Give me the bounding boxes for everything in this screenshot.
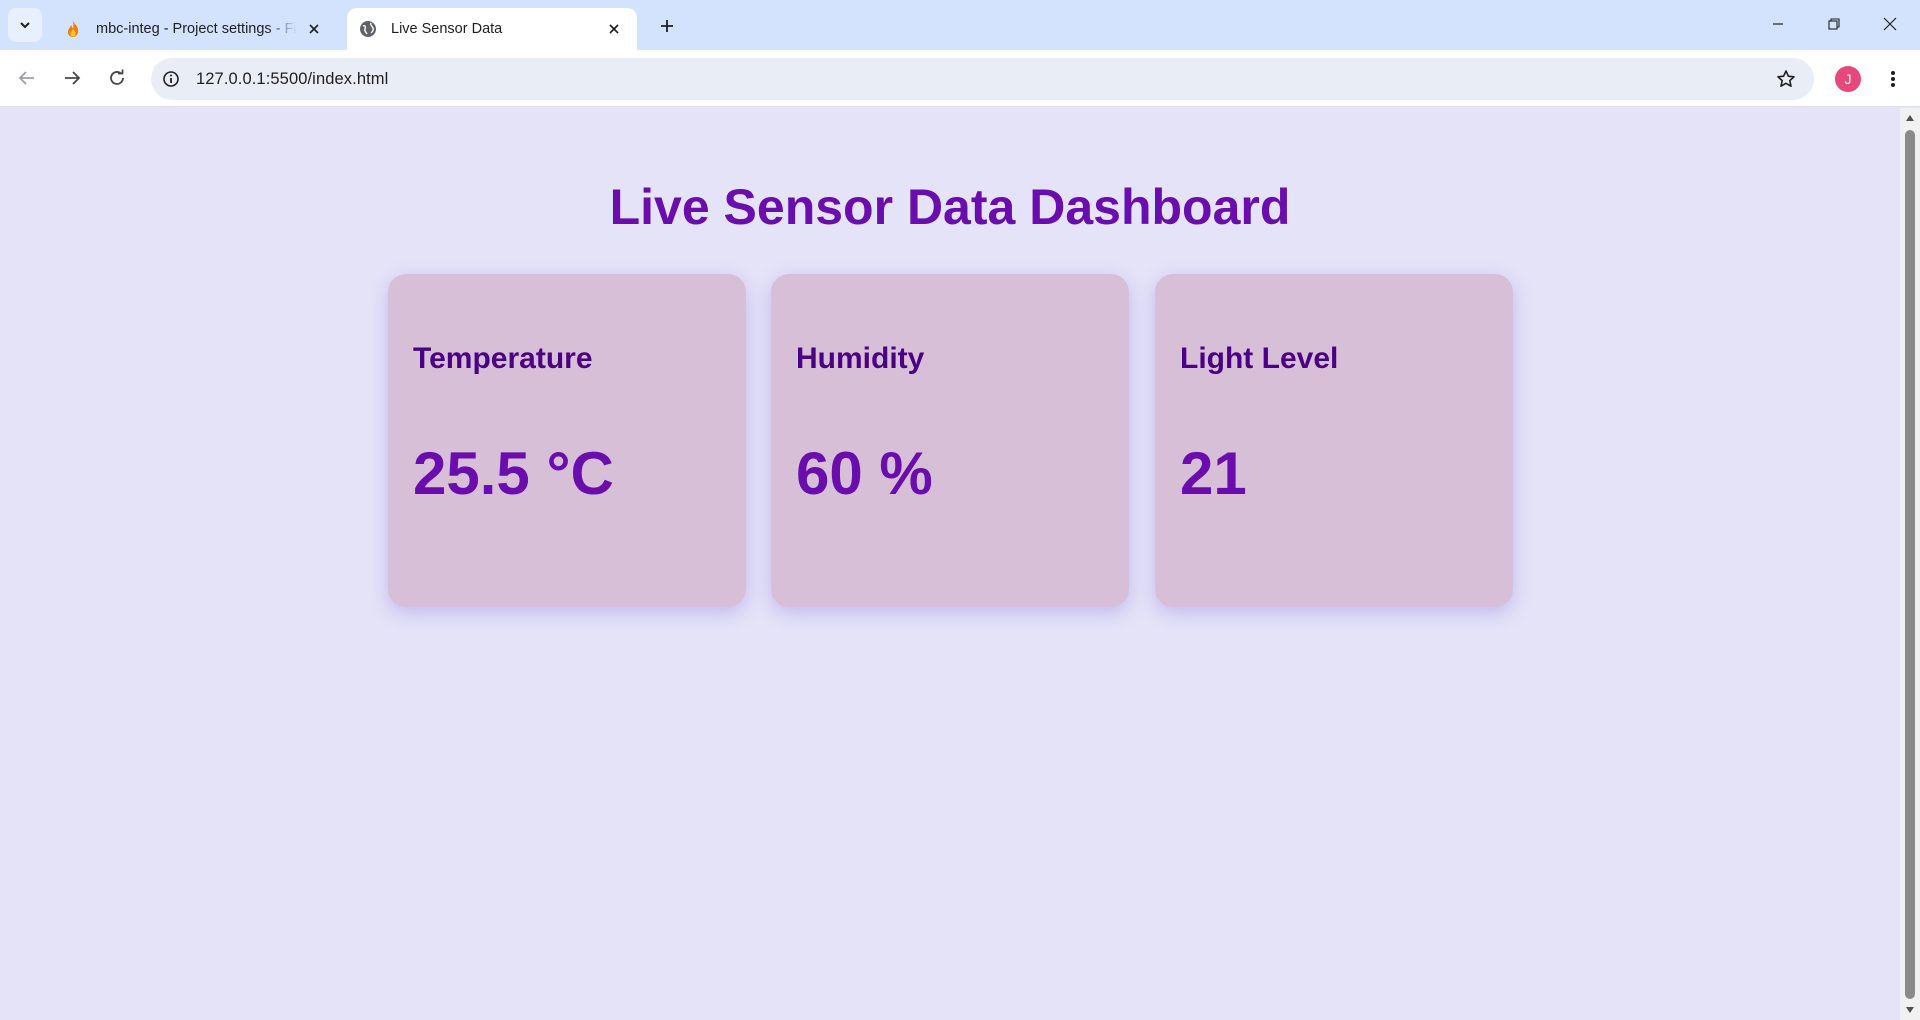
chevron-down-icon [20,22,30,29]
reload-icon [110,69,124,85]
restore-button[interactable] [1806,0,1862,48]
bookmark-star-icon[interactable] [1774,67,1798,91]
back-button[interactable] [10,61,44,95]
plus-icon [661,20,673,32]
firebase-icon [64,20,82,38]
arrow-right-icon [65,71,81,85]
close-tab-icon[interactable] [303,18,325,40]
reload-button[interactable] [100,61,134,95]
vertical-scrollbar[interactable] [1900,108,1920,1020]
close-tab-icon[interactable] [603,18,625,40]
minimize-icon [1773,23,1783,25]
card-label: Light Level [1180,342,1339,375]
address-bar[interactable]: 127.0.0.1:5500/index.html [151,58,1814,100]
browser-toolbar: 127.0.0.1:5500/index.html J [0,50,1920,107]
arrow-left-icon [18,71,34,85]
close-window-button[interactable] [1862,0,1918,48]
page-title: Live Sensor Data Dashboard [609,179,1291,235]
tab-live-sensor-data[interactable]: Live Sensor Data [347,8,637,50]
minimize-button[interactable] [1750,0,1806,48]
tab-search-button[interactable] [8,8,42,42]
more-menu-button[interactable] [1878,64,1908,94]
restore-icon [1828,18,1840,30]
more-vertical-icon [1891,71,1895,87]
card-value: 25.5 °C [413,440,614,507]
temperature-card: Temperature 25.5 °C [388,274,746,607]
card-label: Temperature [413,342,593,375]
page-viewport: Live Sensor Data Dashboard Temperature 2… [0,108,1900,1020]
scroll-up-arrow-icon[interactable] [1904,112,1916,124]
tab-strip: mbc-integ - Project settings - Firebase … [0,0,1920,50]
profile-avatar[interactable]: J [1835,66,1861,92]
globe-icon [359,20,377,38]
address-url[interactable]: 127.0.0.1:5500/index.html [196,70,388,89]
tab-title: mbc-integ - Project settings - Firebase … [96,21,297,37]
card-value: 21 [1180,440,1247,507]
close-icon [1883,17,1897,31]
humidity-card: Humidity 60 % [771,274,1129,607]
light-level-card: Light Level 21 [1155,274,1513,607]
site-info-icon[interactable] [159,67,183,91]
tab-title: Live Sensor Data [391,21,503,37]
scroll-down-arrow-icon[interactable] [1904,1004,1916,1016]
scrollbar-thumb[interactable] [1905,130,1915,999]
tab-firebase[interactable]: mbc-integ - Project settings - Firebase … [52,8,337,50]
forward-button[interactable] [55,61,89,95]
new-tab-button[interactable] [652,11,682,41]
card-label: Humidity [796,342,925,375]
card-value: 60 % [796,440,933,507]
